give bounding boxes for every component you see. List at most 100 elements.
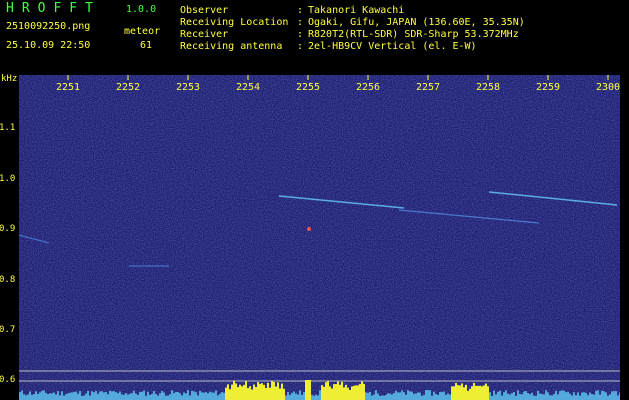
level-bar: [363, 383, 365, 400]
level-bar: [387, 393, 389, 400]
level-bar: [491, 395, 493, 400]
level-bar: [541, 394, 543, 400]
level-bar: [519, 393, 521, 400]
level-bar: [283, 388, 285, 400]
level-bar: [349, 389, 351, 400]
level-bar: [121, 394, 123, 400]
level-bar: [413, 393, 415, 400]
level-bar: [431, 395, 433, 400]
level-bar: [27, 394, 29, 400]
level-bar: [89, 395, 91, 400]
level-bar: [329, 386, 331, 400]
y-axis-unit: kHz: [1, 74, 18, 84]
level-bar: [119, 391, 121, 400]
receiver-sep: :: [297, 29, 304, 40]
image-filename: 2510092250.png: [6, 21, 91, 32]
level-bar: [145, 395, 147, 400]
level-bar: [301, 394, 303, 400]
level-bar: [195, 392, 197, 400]
level-bar: [263, 384, 265, 400]
level-bar: [391, 394, 393, 400]
level-bar: [361, 381, 363, 400]
level-bar: [551, 395, 553, 400]
level-bar: [155, 393, 157, 400]
level-bar: [597, 390, 599, 400]
level-bar: [129, 393, 131, 400]
level-bar: [47, 394, 49, 400]
observer-label: Observer: [180, 5, 229, 16]
level-bar: [489, 392, 491, 400]
level-bar: [507, 393, 509, 400]
level-bar: [581, 392, 583, 400]
level-bar: [125, 392, 127, 400]
level-bar: [209, 391, 211, 400]
level-bar: [231, 384, 233, 400]
level-bar: [29, 391, 31, 400]
level-bar: [545, 390, 547, 400]
level-bar: [93, 392, 95, 400]
y-tick-label: 0.9: [0, 224, 16, 234]
level-bar: [175, 391, 177, 400]
level-bar: [345, 384, 347, 400]
level-bar: [487, 386, 489, 400]
level-bar: [613, 391, 615, 400]
x-tick-label: 2259: [535, 82, 561, 93]
level-bar: [267, 382, 269, 400]
level-bar: [161, 390, 163, 400]
level-bar: [59, 395, 61, 400]
app-title: HROFFT: [6, 1, 101, 16]
level-bar: [171, 390, 173, 400]
level-bar: [167, 395, 169, 400]
y-tick-label: 0.6: [0, 375, 16, 385]
level-bar: [495, 394, 497, 400]
level-bar: [307, 380, 309, 400]
observer-value: Takanori Kawachi: [308, 5, 405, 16]
level-bar: [275, 386, 277, 400]
level-bar: [79, 390, 81, 400]
level-bar: [73, 392, 75, 400]
level-bar: [353, 385, 355, 400]
level-bar: [517, 390, 519, 400]
antenna-value: 2el-HB9CV Vertical (el. E-W): [308, 41, 477, 52]
level-bar: [277, 382, 279, 400]
level-bar: [383, 395, 385, 400]
level-bar: [57, 391, 59, 400]
level-bar: [377, 393, 379, 400]
level-bar: [289, 394, 291, 400]
level-bar: [533, 395, 535, 400]
level-bar: [153, 391, 155, 400]
level-bar: [611, 391, 613, 400]
level-bar: [341, 381, 343, 400]
level-bar: [313, 395, 315, 400]
level-bar: [99, 391, 101, 400]
level-bar: [357, 385, 359, 400]
level-bar: [591, 393, 593, 400]
x-tick-label: 2300: [595, 82, 621, 93]
level-bar: [531, 392, 533, 400]
level-bar: [465, 384, 467, 400]
level-bar: [253, 384, 255, 400]
level-bar: [395, 390, 397, 400]
level-bar: [515, 395, 517, 400]
level-bar: [71, 392, 73, 400]
level-bar: [179, 393, 181, 400]
level-bar: [141, 391, 143, 400]
meteor-count: 61: [140, 40, 153, 51]
level-bar: [185, 393, 187, 400]
level-bar: [475, 385, 477, 400]
level-bar: [369, 391, 371, 400]
header-panel: HROFFT 1.0.0 2510092250.png meteor 25.10…: [0, 0, 629, 75]
level-bar: [615, 391, 617, 400]
level-bar: [319, 390, 321, 400]
level-bar: [109, 390, 111, 400]
level-bar: [403, 392, 405, 400]
level-bar: [295, 393, 297, 400]
level-bar: [481, 386, 483, 400]
level-bar: [43, 390, 45, 400]
level-bar: [479, 385, 481, 400]
level-bar: [215, 390, 217, 400]
level-bar: [553, 394, 555, 400]
level-bar: [233, 380, 235, 400]
level-bar: [235, 383, 237, 400]
level-bar: [31, 394, 33, 400]
